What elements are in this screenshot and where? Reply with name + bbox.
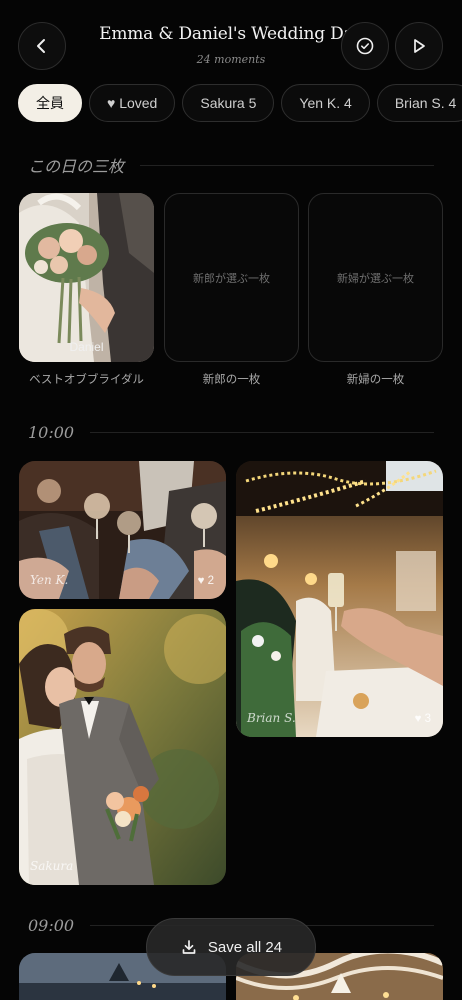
like-count[interactable]: ♥ 3: [415, 713, 431, 725]
time-group-header: 10:00: [28, 423, 434, 442]
section-title: この日の三枚: [28, 157, 125, 176]
best-bridal-caption: ベストオブブライダル: [29, 374, 144, 386]
groom-pick-caption: 新郎の一枚: [202, 374, 261, 386]
photo-card[interactable]: Brian S. ♥ 3: [236, 461, 443, 737]
filter-chip-yen[interactable]: Yen K. 4: [281, 84, 370, 122]
bouquet-photo: [19, 193, 154, 362]
chevron-left-icon: [37, 39, 45, 53]
download-icon: [180, 938, 198, 956]
bride-pick-caption: 新婦の一枚: [346, 374, 405, 386]
divider: [140, 164, 434, 166]
photo-author: Sakura: [30, 859, 74, 873]
filter-chips: 全員 ♥ Loved Sakura 5 Yen K. 4 Brian S. 4: [18, 84, 462, 122]
moments-count: 24 moments: [196, 53, 266, 66]
back-button[interactable]: [18, 22, 66, 70]
divider: [90, 432, 434, 433]
filter-chip-sakura[interactable]: Sakura 5: [182, 84, 275, 122]
photo-author-label: Daniel: [69, 340, 104, 354]
filter-chip-loved[interactable]: ♥ Loved: [89, 84, 176, 122]
time-label: 10:00: [28, 423, 75, 442]
select-button[interactable]: [341, 22, 389, 70]
filter-chip-all[interactable]: 全員: [18, 84, 82, 122]
photo-author: Yen K.: [30, 573, 69, 587]
save-all-label: Save all 24: [207, 938, 283, 956]
slideshow-button[interactable]: [395, 22, 443, 70]
photo-card[interactable]: Yen K. ♥ 2: [19, 461, 226, 599]
top-three-header: この日の三枚: [28, 153, 434, 177]
photo-card[interactable]: Sakura: [19, 609, 226, 885]
play-icon: [414, 39, 425, 53]
like-count[interactable]: ♥ 2: [198, 575, 214, 587]
best-bridal-photo[interactable]: Daniel: [19, 193, 154, 362]
check-circle-icon: [356, 37, 374, 55]
groom-pick-placeholder: 新郎が選ぶ一枚: [193, 272, 270, 285]
filter-chip-brian[interactable]: Brian S. 4: [376, 84, 462, 122]
reception-toast-photo: [236, 461, 443, 737]
groom-pick-slot[interactable]: 新郎が選ぶ一枚: [164, 193, 299, 362]
time-label: 09:00: [28, 916, 75, 935]
bride-pick-slot[interactable]: 新婦が選ぶ一枚: [308, 193, 443, 362]
bride-pick-placeholder: 新婦が選ぶ一枚: [337, 272, 414, 285]
album-title: Emma & Daniel's Wedding Day: [99, 24, 363, 44]
save-all-button[interactable]: Save all 24: [146, 918, 316, 976]
couple-portrait-photo: [19, 609, 226, 885]
photo-author: Brian S.: [247, 711, 296, 725]
